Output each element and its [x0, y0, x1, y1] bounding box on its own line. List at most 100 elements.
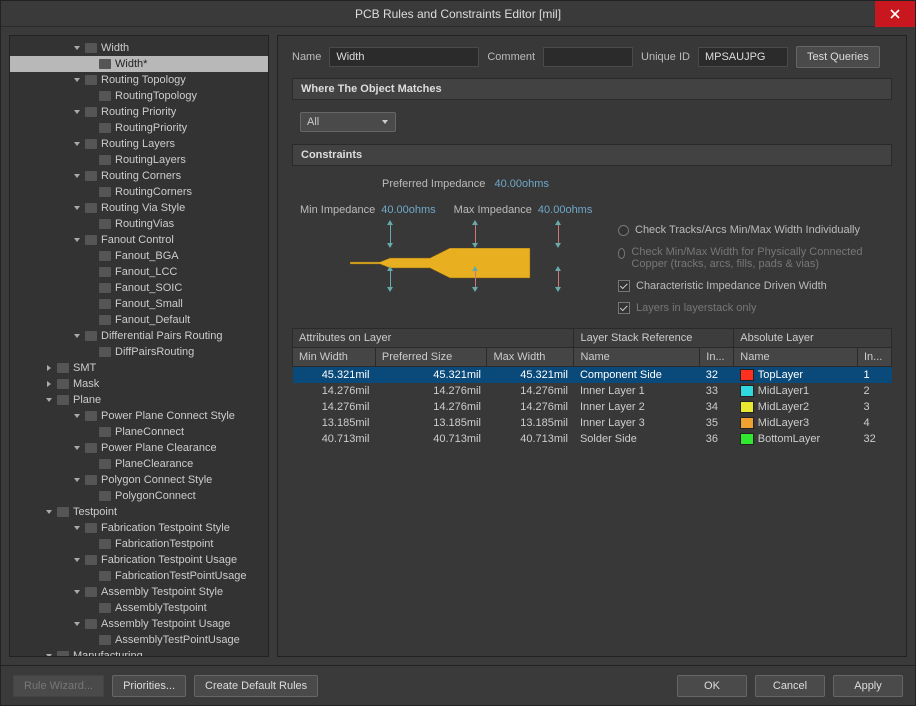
table-row[interactable]: 40.713mil40.713mil40.713milSolder Side36…	[293, 431, 892, 447]
cell-pref[interactable]: 45.321mil	[375, 367, 487, 384]
tree-item[interactable]: Assembly Testpoint Usage	[10, 616, 268, 632]
tree-item[interactable]: Power Plane Connect Style	[10, 408, 268, 424]
tree-item[interactable]: Routing Layers	[10, 136, 268, 152]
test-queries-button[interactable]: Test Queries	[796, 46, 880, 68]
cell-maxw[interactable]: 45.321mil	[487, 367, 574, 384]
tree-item[interactable]: Routing Topology	[10, 72, 268, 88]
col-idx1[interactable]: In...	[700, 348, 734, 367]
check-connected-radio-row[interactable]: Check Min/Max Width for Physically Conne…	[618, 246, 884, 270]
collapse-icon[interactable]	[72, 443, 82, 453]
collapse-icon[interactable]	[72, 523, 82, 533]
cell-maxw[interactable]: 40.713mil	[487, 431, 574, 447]
tree-item[interactable]: Fanout_Small	[10, 296, 268, 312]
layer-table[interactable]: Attributes on Layer Layer Stack Referenc…	[292, 328, 892, 447]
cell-maxw[interactable]: 14.276mil	[487, 383, 574, 399]
tree-item[interactable]: Width	[10, 40, 268, 56]
tree-item[interactable]: Assembly Testpoint Style	[10, 584, 268, 600]
radio-icon[interactable]	[618, 248, 625, 259]
min-impedance-value[interactable]: 40.00ohms	[381, 204, 435, 216]
collapse-icon[interactable]	[72, 139, 82, 149]
tree-item[interactable]: Mask	[10, 376, 268, 392]
tree-item[interactable]: Fabrication Testpoint Usage	[10, 552, 268, 568]
tree-item[interactable]: RoutingCorners	[10, 184, 268, 200]
tree-item[interactable]: DiffPairsRouting	[10, 344, 268, 360]
collapse-icon[interactable]	[72, 587, 82, 597]
cell-maxw[interactable]: 14.276mil	[487, 399, 574, 415]
pref-impedance-value[interactable]: 40.00ohms	[495, 178, 549, 190]
create-default-button[interactable]: Create Default Rules	[194, 675, 318, 697]
collapse-icon[interactable]	[72, 107, 82, 117]
tree-item[interactable]: Routing Via Style	[10, 200, 268, 216]
name-input[interactable]	[329, 47, 479, 67]
tree-item[interactable]: SMT	[10, 360, 268, 376]
collapse-icon[interactable]	[72, 555, 82, 565]
collapse-icon[interactable]	[72, 235, 82, 245]
cell-pref[interactable]: 14.276mil	[375, 399, 487, 415]
cell-minw[interactable]: 40.713mil	[293, 431, 376, 447]
tree-item[interactable]: Manufacturing	[10, 648, 268, 657]
uniqueid-input[interactable]	[698, 47, 788, 67]
tree-item[interactable]: Polygon Connect Style	[10, 472, 268, 488]
tree-item[interactable]: Testpoint	[10, 504, 268, 520]
cell-minw[interactable]: 13.185mil	[293, 415, 376, 431]
tree-item[interactable]: FabricationTestPointUsage	[10, 568, 268, 584]
checkbox-icon[interactable]	[618, 302, 630, 314]
tree-item[interactable]: Power Plane Clearance	[10, 440, 268, 456]
tree-item[interactable]: Fanout Control	[10, 232, 268, 248]
col-maxw[interactable]: Max Width	[487, 348, 574, 367]
tree-item[interactable]: Fanout_LCC	[10, 264, 268, 280]
tree-item[interactable]: PlaneConnect	[10, 424, 268, 440]
checkbox-icon[interactable]	[618, 280, 630, 292]
cell-minw[interactable]: 14.276mil	[293, 383, 376, 399]
tree-item[interactable]: Width*	[10, 56, 268, 72]
comment-input[interactable]	[543, 47, 633, 67]
tree-item[interactable]: Fanout_Default	[10, 312, 268, 328]
table-row[interactable]: 45.321mil45.321mil45.321milComponent Sid…	[293, 367, 892, 384]
collapse-icon[interactable]	[72, 411, 82, 421]
tree-item[interactable]: AssemblyTestpoint	[10, 600, 268, 616]
tree-item[interactable]: RoutingTopology	[10, 88, 268, 104]
col-name1[interactable]: Name	[574, 348, 700, 367]
collapse-icon[interactable]	[72, 203, 82, 213]
close-button[interactable]	[875, 1, 915, 27]
collapse-icon[interactable]	[72, 171, 82, 181]
tree-item[interactable]: Routing Priority	[10, 104, 268, 120]
cell-pref[interactable]: 14.276mil	[375, 383, 487, 399]
collapse-icon[interactable]	[44, 651, 54, 657]
tree-item[interactable]: PlaneClearance	[10, 456, 268, 472]
collapse-icon[interactable]	[72, 475, 82, 485]
expand-icon[interactable]	[44, 379, 54, 389]
collapse-icon[interactable]	[44, 507, 54, 517]
tree-item[interactable]: Plane	[10, 392, 268, 408]
scope-combo[interactable]: All	[300, 112, 396, 132]
ok-button[interactable]: OK	[677, 675, 747, 697]
col-name2[interactable]: Name	[734, 348, 858, 367]
collapse-icon[interactable]	[72, 331, 82, 341]
col-idx2[interactable]: In...	[858, 348, 892, 367]
tree-item[interactable]: Differential Pairs Routing	[10, 328, 268, 344]
tree-item[interactable]: RoutingVias	[10, 216, 268, 232]
apply-button[interactable]: Apply	[833, 675, 903, 697]
tree-item[interactable]: RoutingLayers	[10, 152, 268, 168]
cell-pref[interactable]: 40.713mil	[375, 431, 487, 447]
cancel-button[interactable]: Cancel	[755, 675, 825, 697]
col-pref[interactable]: Preferred Size	[375, 348, 487, 367]
table-row[interactable]: 13.185mil13.185mil13.185milInner Layer 3…	[293, 415, 892, 431]
tree-item[interactable]: AssemblyTestPointUsage	[10, 632, 268, 648]
cell-pref[interactable]: 13.185mil	[375, 415, 487, 431]
cell-minw[interactable]: 14.276mil	[293, 399, 376, 415]
collapse-icon[interactable]	[72, 619, 82, 629]
radio-icon[interactable]	[618, 225, 629, 236]
tree-item[interactable]: RoutingPriority	[10, 120, 268, 136]
tree-item[interactable]: FabricationTestpoint	[10, 536, 268, 552]
collapse-icon[interactable]	[72, 75, 82, 85]
impedance-driven-row[interactable]: Characteristic Impedance Driven Width	[618, 280, 884, 292]
layerstack-only-row[interactable]: Layers in layerstack only	[618, 302, 884, 314]
cell-minw[interactable]: 45.321mil	[293, 367, 376, 384]
cell-maxw[interactable]: 13.185mil	[487, 415, 574, 431]
table-row[interactable]: 14.276mil14.276mil14.276milInner Layer 1…	[293, 383, 892, 399]
max-impedance-value[interactable]: 40.00ohms	[538, 204, 592, 216]
table-row[interactable]: 14.276mil14.276mil14.276milInner Layer 2…	[293, 399, 892, 415]
tree-item[interactable]: Routing Corners	[10, 168, 268, 184]
col-minw[interactable]: Min Width	[293, 348, 376, 367]
